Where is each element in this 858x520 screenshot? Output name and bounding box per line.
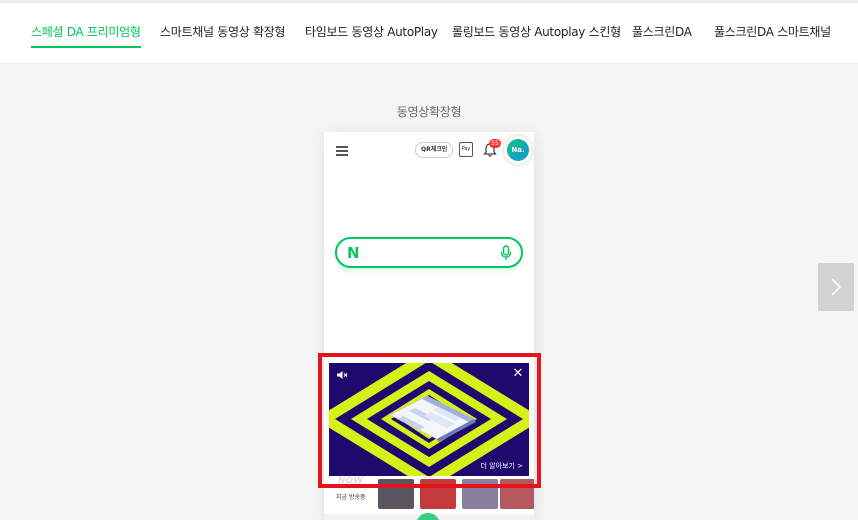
qr-checkin-button[interactable]: QR체크인 [415, 142, 454, 158]
preview-caption: 동영상확장형 [396, 105, 462, 119]
notification-badge: 55 [489, 139, 501, 148]
next-arrow-button[interactable] [818, 263, 854, 311]
tab-bar: 스페셜 DA 프리미엄형 스마트채널 동영상 확장형 타임보드 동영상 Auto… [0, 0, 858, 64]
microphone-icon[interactable] [500, 245, 512, 261]
avatar-label: Na. [507, 139, 529, 161]
tab-special-da-premium[interactable]: 스페셜 DA 프리미엄형 [31, 23, 141, 48]
chevron-right-icon [831, 278, 842, 296]
tab-fullscreen-da-smart-channel[interactable]: 풀스크린DA 스마트채널 [714, 23, 831, 40]
tab-smart-channel-video[interactable]: 스마트채널 동영상 확장형 [160, 23, 285, 40]
avatar[interactable]: Na. [504, 136, 532, 164]
pay-icon[interactable]: Pay [459, 142, 473, 157]
now-live-label: 지금 방송중 [336, 494, 366, 501]
naver-logo: N [347, 244, 360, 262]
highlight-frame [318, 353, 541, 488]
tab-rollingboard-video[interactable]: 롤링보드 동영상 Autoplay 스킨형 [452, 23, 621, 40]
search-bar[interactable]: N [335, 237, 523, 268]
tab-timeboard-video[interactable]: 타임보드 동영상 AutoPlay [305, 23, 438, 40]
tab-fullscreen-da[interactable]: 풀스크린DA [632, 23, 692, 40]
menu-icon[interactable] [336, 146, 348, 156]
